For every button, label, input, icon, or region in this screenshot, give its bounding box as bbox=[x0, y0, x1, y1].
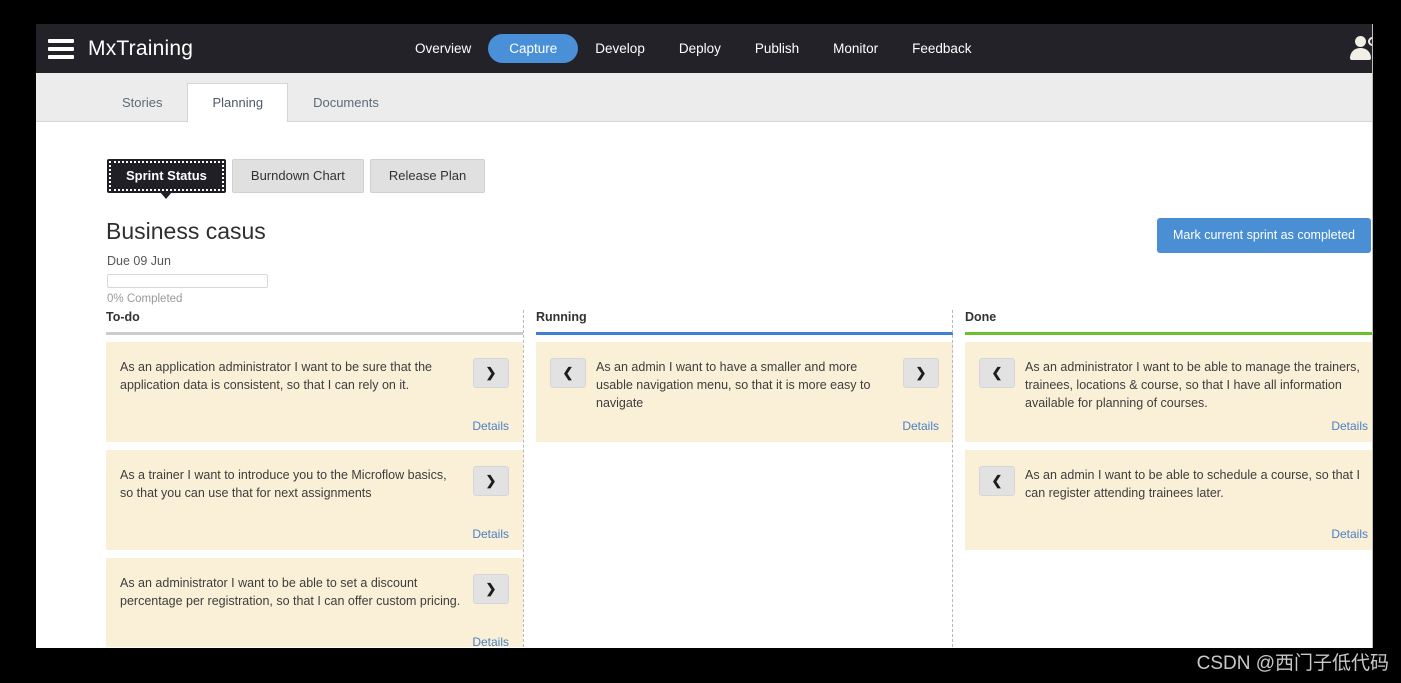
chevron-right-icon[interactable]: ❯ bbox=[473, 358, 509, 388]
column-rule-done bbox=[965, 332, 1372, 335]
hamburger-bar bbox=[48, 55, 74, 59]
top-navigation-bar: MxTraining Overview Capture Develop Depl… bbox=[36, 24, 1372, 73]
story-details-link[interactable]: Details bbox=[902, 419, 939, 433]
story-card[interactable]: ❮ As an administrator I want to be able … bbox=[965, 342, 1372, 442]
tab-planning[interactable]: Planning bbox=[187, 83, 288, 122]
user-menu-button[interactable] bbox=[1350, 24, 1372, 73]
story-card[interactable]: ❮ As an admin I want to be able to sched… bbox=[965, 450, 1372, 550]
column-header-running: Running bbox=[536, 310, 952, 332]
chevron-right-icon[interactable]: ❯ bbox=[903, 358, 939, 388]
tab-documents[interactable]: Documents bbox=[288, 83, 404, 122]
view-button-release-plan[interactable]: Release Plan bbox=[370, 159, 485, 193]
nav-item-monitor[interactable]: Monitor bbox=[816, 35, 895, 63]
primary-nav: Overview Capture Develop Deploy Publish … bbox=[398, 24, 988, 73]
user-icon-head bbox=[1355, 36, 1366, 47]
story-details-link[interactable]: Details bbox=[472, 635, 509, 647]
hamburger-icon[interactable] bbox=[48, 39, 74, 59]
application-window: MxTraining Overview Capture Develop Depl… bbox=[36, 24, 1373, 648]
column-header-done: Done bbox=[965, 310, 1372, 332]
story-card[interactable]: As a trainer I want to introduce you to … bbox=[106, 450, 523, 550]
sprint-progress-bar bbox=[107, 274, 268, 288]
chevron-right-icon[interactable]: ❯ bbox=[473, 466, 509, 496]
board-column-todo: To-do As an application administrator I … bbox=[106, 310, 523, 647]
story-details-link[interactable]: Details bbox=[1331, 419, 1368, 433]
nav-item-deploy[interactable]: Deploy bbox=[662, 35, 738, 63]
view-mode-button-group: Sprint Status Burndown Chart Release Pla… bbox=[107, 159, 485, 193]
nav-item-feedback[interactable]: Feedback bbox=[895, 35, 988, 63]
user-settings-icon bbox=[1350, 36, 1372, 62]
chevron-left-icon[interactable]: ❮ bbox=[979, 466, 1015, 496]
story-card[interactable]: As an application administrator I want t… bbox=[106, 342, 523, 442]
chevron-left-icon[interactable]: ❮ bbox=[979, 358, 1015, 388]
hamburger-bar bbox=[48, 39, 74, 43]
hamburger-bar bbox=[48, 47, 74, 51]
sprint-board: To-do As an application administrator I … bbox=[106, 310, 1372, 647]
app-brand-title: MxTraining bbox=[88, 37, 193, 61]
view-button-burndown-chart[interactable]: Burndown Chart bbox=[232, 159, 364, 193]
story-card-text: As an application administrator I want t… bbox=[120, 356, 463, 394]
story-card-text: As an administrator I want to be able to… bbox=[1025, 356, 1368, 412]
column-rule-todo bbox=[106, 332, 523, 335]
chevron-right-icon[interactable]: ❯ bbox=[473, 574, 509, 604]
tab-list: Stories Planning Documents bbox=[97, 83, 404, 122]
story-card[interactable]: ❮ As an admin I want to have a smaller a… bbox=[536, 342, 953, 442]
user-icon-body bbox=[1350, 48, 1371, 60]
user-icon-gear bbox=[1368, 37, 1372, 46]
nav-item-develop[interactable]: Develop bbox=[578, 35, 662, 63]
column-rule-running bbox=[536, 332, 953, 335]
mark-sprint-completed-button[interactable]: Mark current sprint as completed bbox=[1157, 218, 1371, 253]
nav-item-publish[interactable]: Publish bbox=[738, 35, 816, 63]
story-card-text: As an administrator I want to be able to… bbox=[120, 572, 463, 610]
tab-stories[interactable]: Stories bbox=[97, 83, 187, 122]
story-details-link[interactable]: Details bbox=[472, 419, 509, 433]
board-column-running: Running ❮ As an admin I want to have a s… bbox=[523, 310, 952, 647]
story-details-link[interactable]: Details bbox=[1331, 527, 1368, 541]
section-tab-strip: Stories Planning Documents bbox=[36, 73, 1372, 122]
story-card[interactable]: As an administrator I want to be able to… bbox=[106, 558, 523, 647]
nav-item-overview[interactable]: Overview bbox=[398, 35, 488, 63]
board-column-done: Done ❮ As an administrator I want to be … bbox=[952, 310, 1372, 647]
chevron-left-icon[interactable]: ❮ bbox=[550, 358, 586, 388]
story-card-text: As a trainer I want to introduce you to … bbox=[120, 464, 463, 502]
sprint-due-date: Due 09 Jun bbox=[107, 254, 171, 268]
column-header-todo: To-do bbox=[106, 310, 523, 332]
sprint-progress-label: 0% Completed bbox=[107, 293, 182, 305]
story-details-link[interactable]: Details bbox=[472, 527, 509, 541]
watermark-text: CSDN @西门子低代码 bbox=[1197, 648, 1389, 675]
content-area: Sprint Status Burndown Chart Release Pla… bbox=[36, 122, 1372, 647]
page-title: Business casus bbox=[106, 218, 266, 245]
story-card-text: As an admin I want to be able to schedul… bbox=[1025, 464, 1368, 502]
story-card-text: As an admin I want to have a smaller and… bbox=[596, 356, 893, 412]
view-button-sprint-status[interactable]: Sprint Status bbox=[107, 159, 226, 193]
nav-item-capture[interactable]: Capture bbox=[488, 34, 578, 64]
